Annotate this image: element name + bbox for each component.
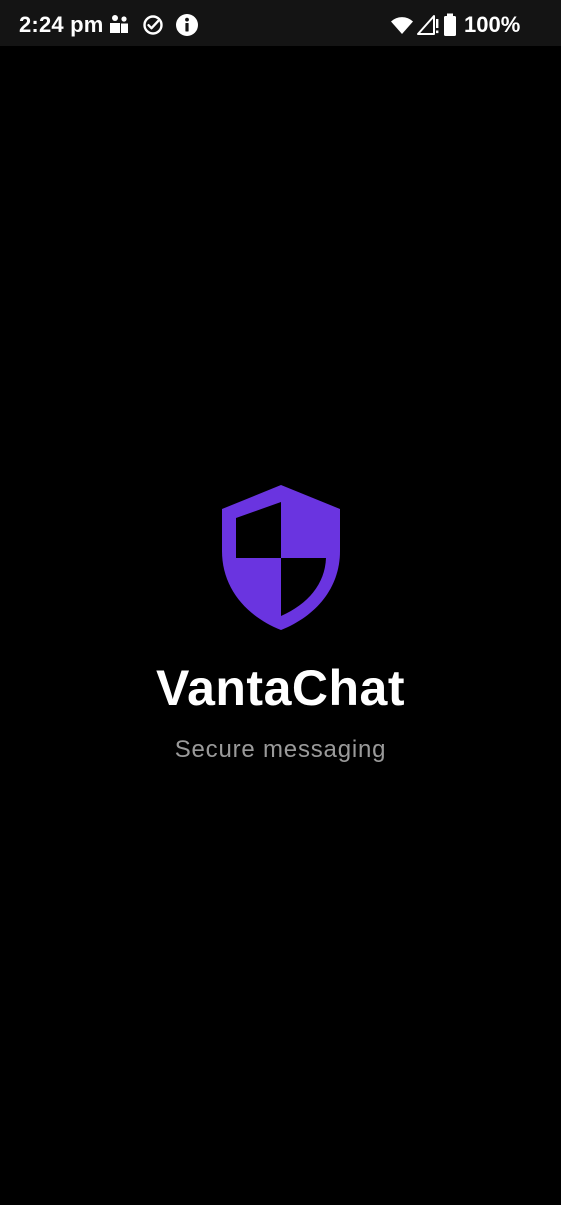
battery-icon (442, 13, 458, 37)
cell-signal-no-service-icon (416, 13, 440, 37)
check-circle-icon (141, 13, 165, 37)
battery-percentage: 100% (464, 12, 521, 37)
app-tagline: Secure messaging (174, 736, 387, 763)
splash-screen: 2:24 pm 100% VantaChat Secure messaging (0, 0, 561, 1205)
shield-icon (221, 485, 341, 631)
status-time: 2:24 pm (19, 12, 104, 37)
status-bar: 2:24 pm 100% (0, 0, 561, 46)
app-name-title: VantaChat (155, 660, 405, 716)
wifi-icon (390, 13, 414, 37)
people-icon (107, 13, 131, 37)
info-icon (175, 13, 199, 37)
